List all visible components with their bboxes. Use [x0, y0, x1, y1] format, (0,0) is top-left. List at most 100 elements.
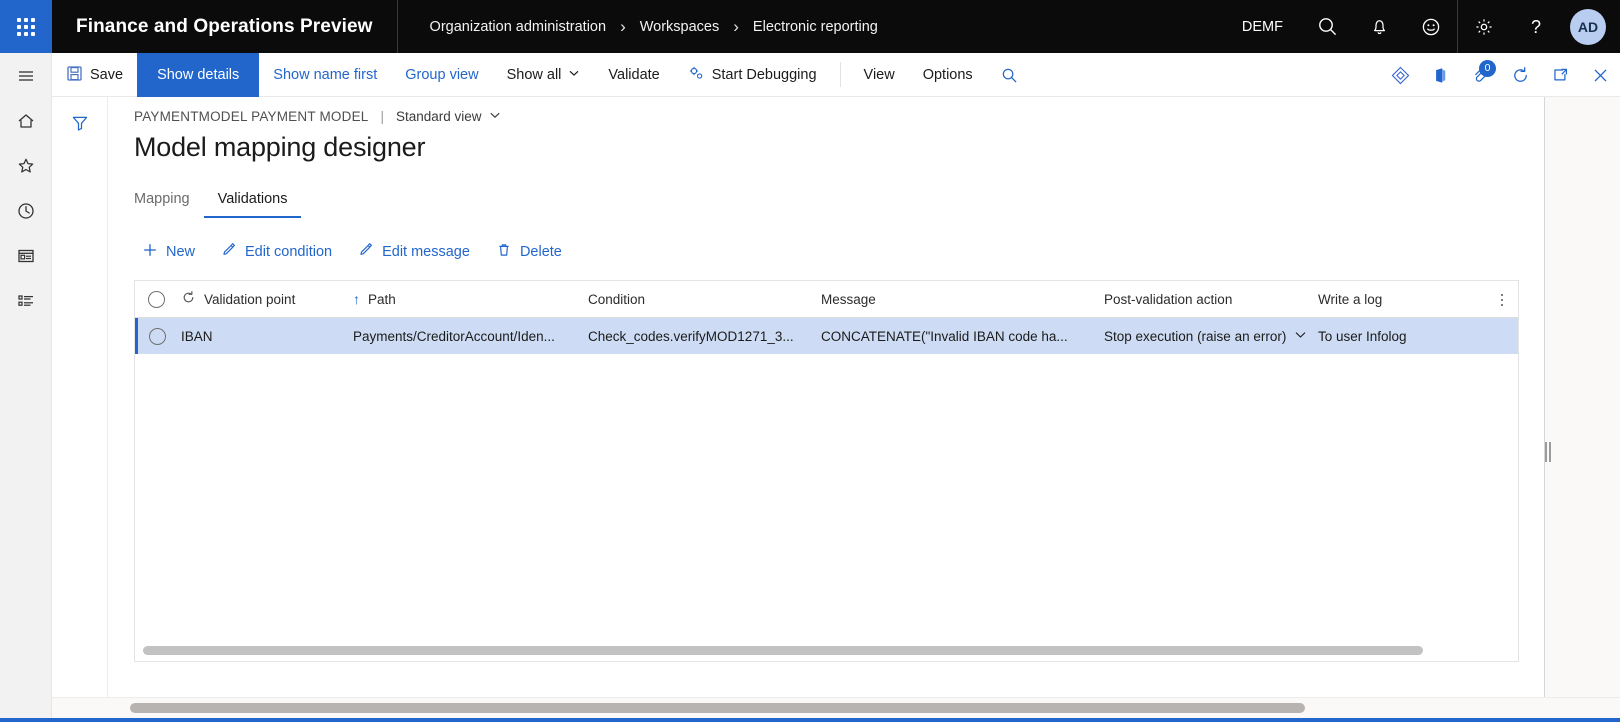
- command-bar: Save Show details Show name first Group …: [52, 53, 1620, 97]
- cell-write-a-log[interactable]: To user Infolog: [1314, 318, 1484, 354]
- breadcrumb-item-organization-administration[interactable]: Organization administration: [430, 19, 607, 35]
- help-question-icon[interactable]: ?: [1510, 0, 1562, 53]
- search-icon[interactable]: [1301, 0, 1353, 53]
- cell-message[interactable]: CONCATENATE("Invalid IBAN code ha...: [817, 318, 1100, 354]
- show-name-first-button[interactable]: Show name first: [259, 53, 391, 97]
- debug-gears-icon: [688, 65, 705, 86]
- edit-condition-button[interactable]: Edit condition: [208, 236, 345, 268]
- save-button[interactable]: Save: [52, 53, 137, 97]
- select-all-radio[interactable]: [135, 281, 177, 318]
- validate-button[interactable]: Validate: [594, 53, 673, 97]
- grid-action-toolbar: New Edit condition Edit message Delete: [134, 236, 1543, 268]
- delete-button[interactable]: Delete: [483, 236, 575, 268]
- column-options-icon[interactable]: [1494, 290, 1510, 310]
- options-menu[interactable]: Options: [909, 53, 987, 97]
- tab-mapping[interactable]: Mapping: [134, 187, 204, 218]
- three-dots: [1500, 293, 1504, 307]
- settings-gear-icon[interactable]: [1458, 0, 1510, 53]
- app-launcher-icon[interactable]: [0, 0, 52, 53]
- new-label: New: [166, 244, 196, 260]
- cell-validation-point[interactable]: IBAN: [177, 318, 349, 354]
- page-title: Model mapping designer: [134, 132, 426, 162]
- cell-path[interactable]: Payments/CreditorAccount/Iden...: [349, 318, 584, 354]
- column-header-validation-point[interactable]: Validation point: [177, 281, 349, 318]
- column-header-label: Write a log: [1318, 291, 1383, 307]
- page-horizontal-scrollbar[interactable]: [130, 703, 1305, 713]
- column-header-label: Post-validation action: [1104, 291, 1233, 307]
- grid-horizontal-scrollbar[interactable]: [143, 646, 1423, 655]
- command-bar-divider: [839, 62, 841, 87]
- close-icon[interactable]: [1580, 53, 1620, 97]
- tab-validations[interactable]: Validations: [203, 187, 302, 218]
- cell-post-validation-action[interactable]: Stop execution (raise an error): [1100, 318, 1314, 354]
- page-header: PAYMENTMODEL PAYMENT MODEL | Standard vi…: [108, 97, 1543, 163]
- chevron-down-icon: [568, 67, 580, 83]
- home-icon[interactable]: [0, 98, 52, 143]
- svg-text:?: ?: [1531, 17, 1541, 37]
- view-selector[interactable]: Standard view: [396, 109, 501, 124]
- new-button[interactable]: New: [134, 236, 208, 268]
- power-apps-diamond-icon[interactable]: [1380, 53, 1420, 97]
- start-debugging-button[interactable]: Start Debugging: [674, 53, 831, 97]
- pane-splitter-handle[interactable]: [1544, 439, 1552, 465]
- page-tabs: Mapping Validations: [134, 187, 1543, 218]
- view-menu[interactable]: View: [850, 53, 909, 97]
- chevron-down-icon[interactable]: [1294, 328, 1307, 344]
- topbar-right-group: DEMF ? AD: [1224, 0, 1620, 53]
- cell-condition[interactable]: Check_codes.verifyMOD1271_3...: [584, 318, 817, 354]
- sort-ascending-icon: ↑: [353, 291, 360, 307]
- column-header-condition[interactable]: Condition: [584, 281, 817, 318]
- group-view-button[interactable]: Group view: [391, 53, 492, 97]
- row-select-radio[interactable]: [138, 318, 177, 354]
- pencil-icon: [221, 242, 237, 262]
- edit-message-label: Edit message: [382, 244, 470, 260]
- feedback-smiley-icon[interactable]: [1405, 0, 1457, 53]
- column-header-label: Path: [368, 291, 396, 307]
- plus-icon: [142, 242, 158, 262]
- show-all-label: Show all: [506, 67, 562, 83]
- column-header-label: Validation point: [204, 291, 296, 307]
- avatar[interactable]: AD: [1570, 8, 1606, 45]
- command-search-icon[interactable]: [987, 53, 1032, 97]
- attachments-badge: 0: [1479, 60, 1496, 77]
- recent-clock-icon[interactable]: [0, 188, 52, 233]
- breadcrumb-item-workspaces[interactable]: Workspaces: [640, 19, 720, 35]
- app-title[interactable]: Finance and Operations Preview: [52, 0, 397, 53]
- save-disk-icon: [66, 65, 83, 86]
- open-in-office-icon[interactable]: [1420, 53, 1460, 97]
- company-selector[interactable]: DEMF: [1224, 19, 1301, 35]
- edit-message-button[interactable]: Edit message: [345, 236, 483, 268]
- popout-window-icon[interactable]: [1540, 53, 1580, 97]
- workspaces-icon[interactable]: [0, 233, 52, 278]
- show-all-dropdown[interactable]: Show all: [493, 53, 595, 97]
- start-debugging-label: Start Debugging: [711, 67, 817, 83]
- radio-ring-icon: [147, 290, 165, 308]
- breadcrumb-item-electronic-reporting[interactable]: Electronic reporting: [753, 19, 878, 35]
- top-navigation-bar: Finance and Operations Preview Organizat…: [0, 0, 1620, 53]
- column-header-write-a-log[interactable]: Write a log: [1314, 281, 1484, 318]
- breadcrumb-separator: ›: [733, 16, 739, 36]
- page-caption-line: PAYMENTMODEL PAYMENT MODEL | Standard vi…: [134, 109, 1543, 124]
- column-header-label: Condition: [588, 291, 646, 307]
- chevron-down-icon: [489, 109, 501, 124]
- refresh-icon[interactable]: [1500, 53, 1540, 97]
- table-row[interactable]: IBAN Payments/CreditorAccount/Iden... Ch…: [135, 318, 1518, 354]
- validations-grid: Validation point ↑ Path Condition Messag…: [134, 280, 1519, 662]
- command-bar-right-group: 0: [1380, 53, 1620, 96]
- waffle-grid: [17, 17, 35, 36]
- caption-divider: |: [380, 109, 384, 124]
- column-header-path[interactable]: ↑ Path: [349, 281, 584, 318]
- column-header-message[interactable]: Message: [817, 281, 1100, 318]
- right-side-pane: [1544, 97, 1620, 697]
- show-details-button[interactable]: Show details: [137, 53, 260, 97]
- favorites-star-icon[interactable]: [0, 143, 52, 188]
- filter-funnel-icon[interactable]: [52, 97, 108, 141]
- view-selector-label: Standard view: [396, 109, 482, 124]
- notifications-bell-icon[interactable]: [1353, 0, 1405, 53]
- hamburger-menu-icon[interactable]: [0, 53, 52, 98]
- breadcrumb-separator: ›: [620, 16, 626, 36]
- column-header-post-validation-action[interactable]: Post-validation action: [1100, 281, 1314, 318]
- modules-list-icon[interactable]: [0, 278, 52, 323]
- attachments-icon[interactable]: 0: [1460, 53, 1500, 97]
- grid-header-row: Validation point ↑ Path Condition Messag…: [135, 281, 1518, 318]
